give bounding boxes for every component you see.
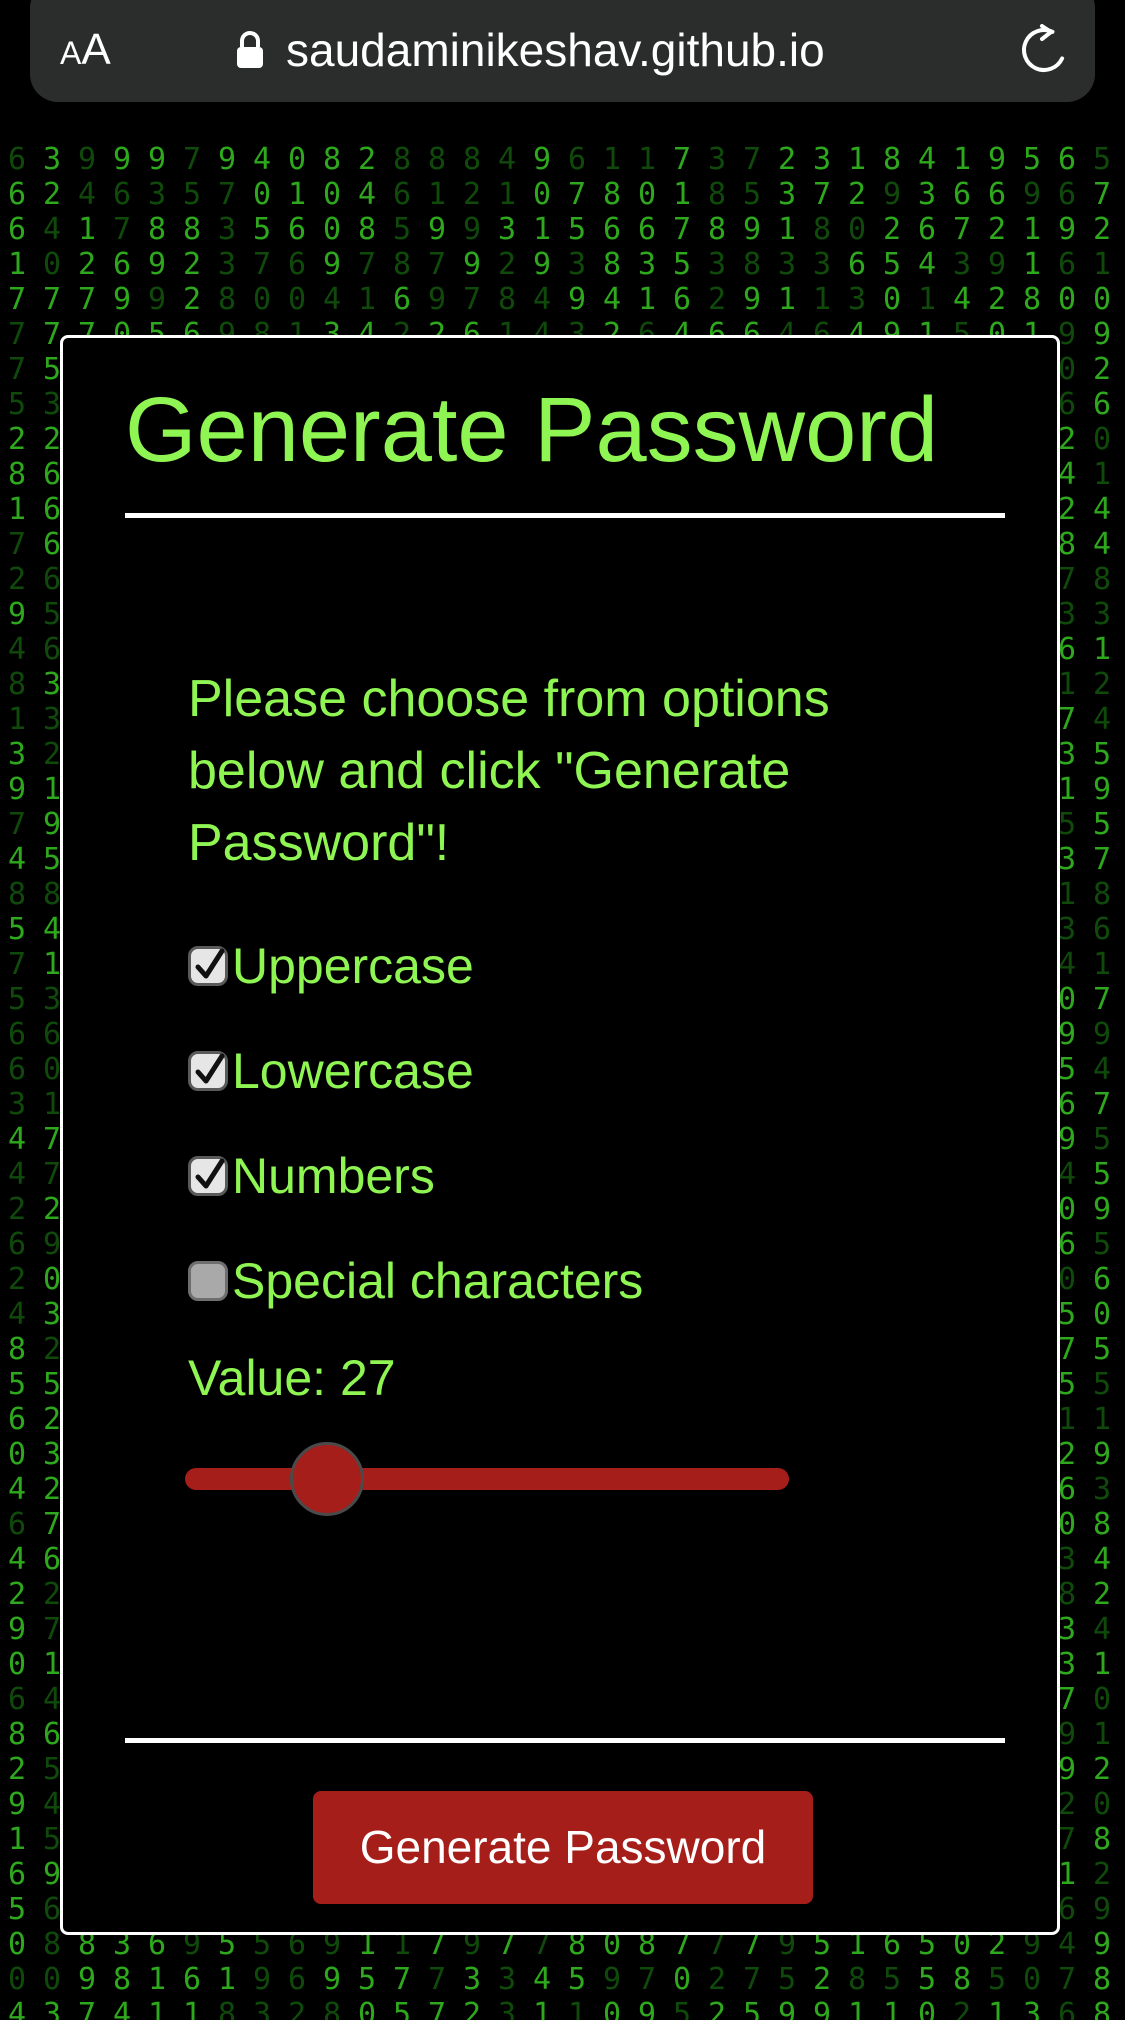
special-characters-checkbox[interactable] xyxy=(188,1261,228,1301)
lowercase-label[interactable]: Lowercase xyxy=(232,1043,474,1099)
text-size-button[interactable]: AA xyxy=(60,22,111,81)
numbers-label[interactable]: Numbers xyxy=(232,1148,435,1204)
title-divider xyxy=(125,513,1005,518)
uppercase-label[interactable]: Uppercase xyxy=(232,938,474,994)
footer-divider xyxy=(125,1738,1005,1743)
generate-password-button[interactable]: Generate Password xyxy=(313,1791,813,1904)
value-label: Value: xyxy=(188,1350,340,1406)
length-slider[interactable] xyxy=(185,1438,789,1518)
value-number: 27 xyxy=(339,1350,396,1406)
matrix-column: 5 7 2 1 0 9 2 6 0 1 4 4 8 3 1 2 4 5 9 5 … xyxy=(1092,142,1112,2020)
option-uppercase[interactable]: Uppercase xyxy=(188,938,474,994)
lowercase-checkbox[interactable] xyxy=(188,1051,228,1091)
password-generator-card: Generate Password Please choose from opt… xyxy=(60,335,1060,1935)
text-size-small-glyph: A xyxy=(60,35,82,71)
slider-thumb[interactable] xyxy=(289,1442,364,1516)
lock-icon xyxy=(236,30,264,70)
matrix-column: 6 6 6 1 7 7 7 5 2 8 1 7 2 9 4 8 1 3 9 7 … xyxy=(7,142,27,2020)
option-numbers[interactable]: Numbers xyxy=(188,1148,435,1204)
card-title: Generate Password xyxy=(125,379,939,481)
option-lowercase[interactable]: Lowercase xyxy=(188,1043,474,1099)
instructions-text: Please choose from options below and cli… xyxy=(188,670,830,872)
browser-toolbar: AA saudaminikeshav.github.io xyxy=(0,0,1125,132)
length-value-display: Value: 27 xyxy=(188,1348,396,1408)
numbers-checkbox[interactable] xyxy=(188,1156,228,1196)
page: 6 6 6 1 7 7 7 5 2 8 1 7 2 9 4 8 1 3 9 7 … xyxy=(0,0,1125,2020)
text-size-large-glyph: A xyxy=(81,25,111,74)
special-characters-label[interactable]: Special characters xyxy=(232,1253,643,1309)
option-special-characters[interactable]: Special characters xyxy=(188,1253,643,1309)
reload-icon[interactable] xyxy=(1018,24,1070,76)
slider-track[interactable] xyxy=(185,1468,789,1490)
url-text[interactable]: saudaminikeshav.github.io xyxy=(286,20,825,80)
uppercase-checkbox[interactable] xyxy=(188,946,228,986)
